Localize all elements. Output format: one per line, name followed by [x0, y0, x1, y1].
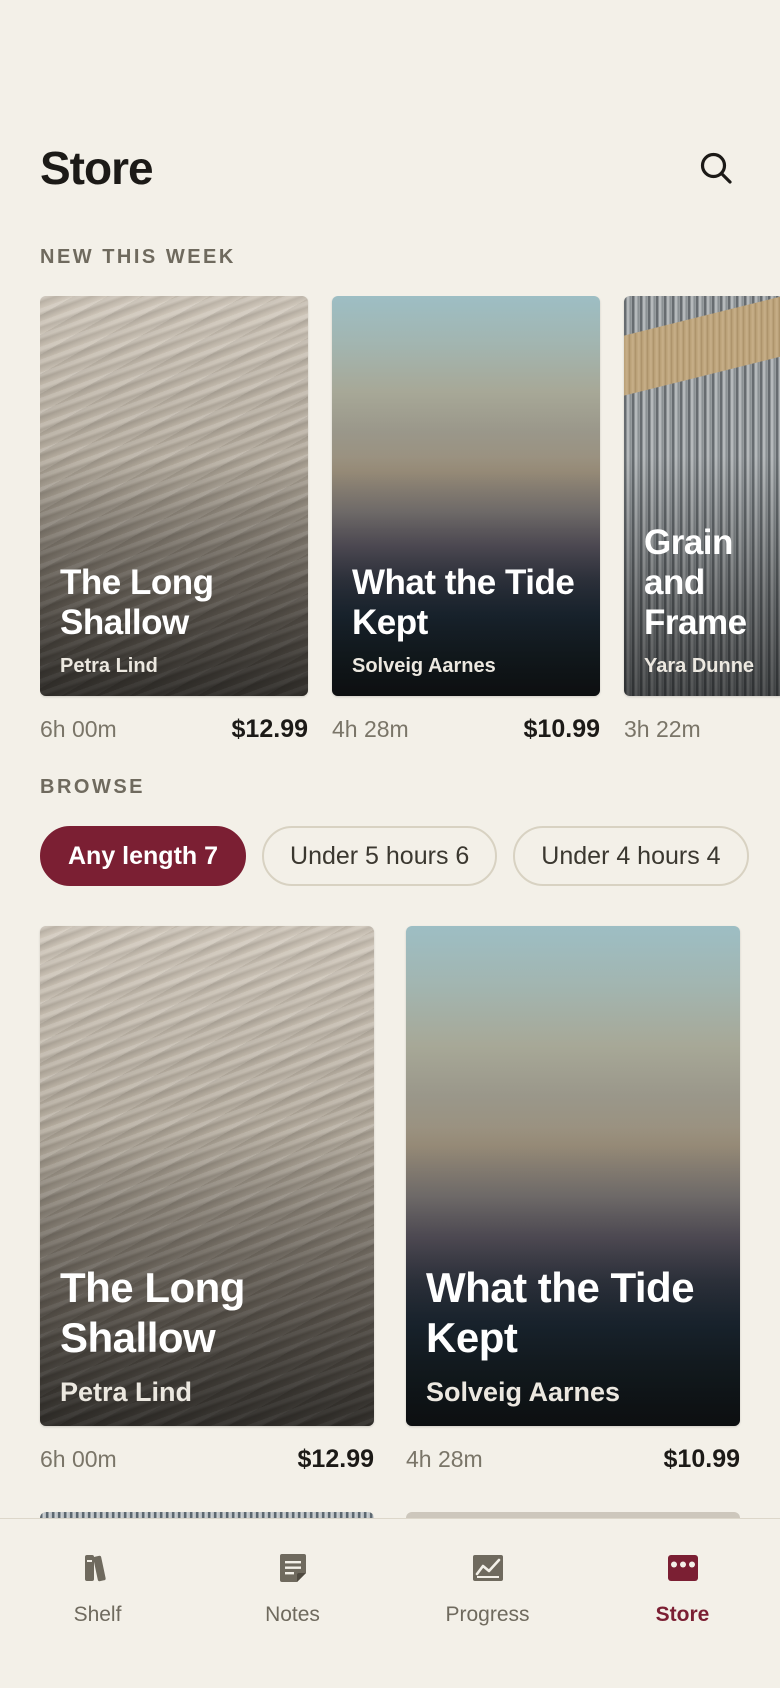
book-duration: 6h 00m	[40, 715, 117, 742]
book-card[interactable]: The Long Shallow Petra Lind 6h 00m $12.9…	[40, 926, 374, 1476]
book-duration: 6h 00m	[40, 1445, 117, 1472]
section-label-new-this-week: NEW THIS WEEK	[40, 246, 236, 268]
tab-label: Notes	[265, 1603, 320, 1626]
store-icon	[667, 1555, 698, 1581]
book-price: $12.99	[231, 714, 308, 743]
book-title: Grain and Frame	[644, 523, 747, 642]
book-author: Petra Lind	[60, 655, 158, 677]
tab-notes[interactable]: Notes	[195, 1519, 390, 1688]
tab-progress[interactable]: Progress	[390, 1519, 585, 1688]
book-duration: 3h 22m	[624, 715, 701, 742]
filter-chips: Any length 7 Under 5 hours 6 Under 4 hours…	[40, 826, 780, 886]
book-author: Solveig Aarnes	[352, 655, 496, 677]
books-icon	[84, 1555, 106, 1582]
book-card[interactable]: Grain and Frame Yara Dunne 3h 22m	[624, 296, 780, 746]
book-cover[interactable]: Grain and Frame Yara Dunne	[624, 296, 780, 696]
book-price: $10.99	[663, 1444, 740, 1473]
tab-label: Shelf	[73, 1603, 122, 1626]
tab-bar: Shelf Notes Progress Store	[0, 1518, 780, 1688]
tab-shelf[interactable]: Shelf	[0, 1519, 195, 1688]
book-cover[interactable]: What the Tide Kept Solveig Aarnes	[332, 296, 600, 696]
book-price: $10.99	[523, 714, 600, 743]
book-duration: 4h 28m	[406, 1445, 483, 1472]
book-author: Petra Lind	[60, 1377, 193, 1407]
note-icon	[279, 1554, 306, 1582]
book-cover[interactable]: The Long Shallow Petra Lind	[40, 296, 308, 696]
book-cover[interactable]: What the Tide Kept Solveig Aarnes	[406, 926, 740, 1426]
filter-chip-under-5-hours[interactable]: Under 5 hours 6	[262, 826, 498, 886]
book-cover[interactable]: The Long Shallow Petra Lind	[40, 926, 374, 1426]
filter-chip-under-4-hours[interactable]: Under 4 hours 4	[513, 826, 749, 886]
search-icon	[700, 152, 732, 184]
header: Store	[40, 140, 740, 196]
book-title: The Long Shallow	[60, 563, 214, 642]
book-author: Yara Dunne	[644, 655, 755, 677]
tab-label: Store	[655, 1603, 710, 1626]
book-card[interactable]: What the Tide Kept Solveig Aarnes 4h 28m…	[406, 926, 740, 1476]
book-price: $12.99	[297, 1444, 374, 1473]
search-button[interactable]	[692, 144, 740, 192]
tab-label: Progress	[445, 1603, 530, 1626]
new-this-week-carousel[interactable]: The Long Shallow Petra Lind 6h 00m $12.9…	[40, 296, 780, 746]
chart-icon	[472, 1555, 503, 1581]
book-title: What the Tide Kept	[352, 563, 575, 642]
tab-store[interactable]: Store	[585, 1519, 780, 1688]
book-duration: 4h 28m	[332, 715, 409, 742]
book-author: Solveig Aarnes	[426, 1377, 621, 1407]
section-label-browse: BROWSE	[40, 776, 145, 798]
book-card[interactable]: What the Tide Kept Solveig Aarnes 4h 28m…	[332, 296, 600, 746]
book-title: What the Tide Kept	[426, 1264, 695, 1361]
book-card[interactable]: The Long Shallow Petra Lind 6h 00m $12.9…	[40, 296, 308, 746]
filter-chip-any-length[interactable]: Any length 7	[40, 826, 247, 886]
page-title: Store	[40, 142, 154, 194]
book-title: The Long Shallow	[60, 1264, 245, 1361]
